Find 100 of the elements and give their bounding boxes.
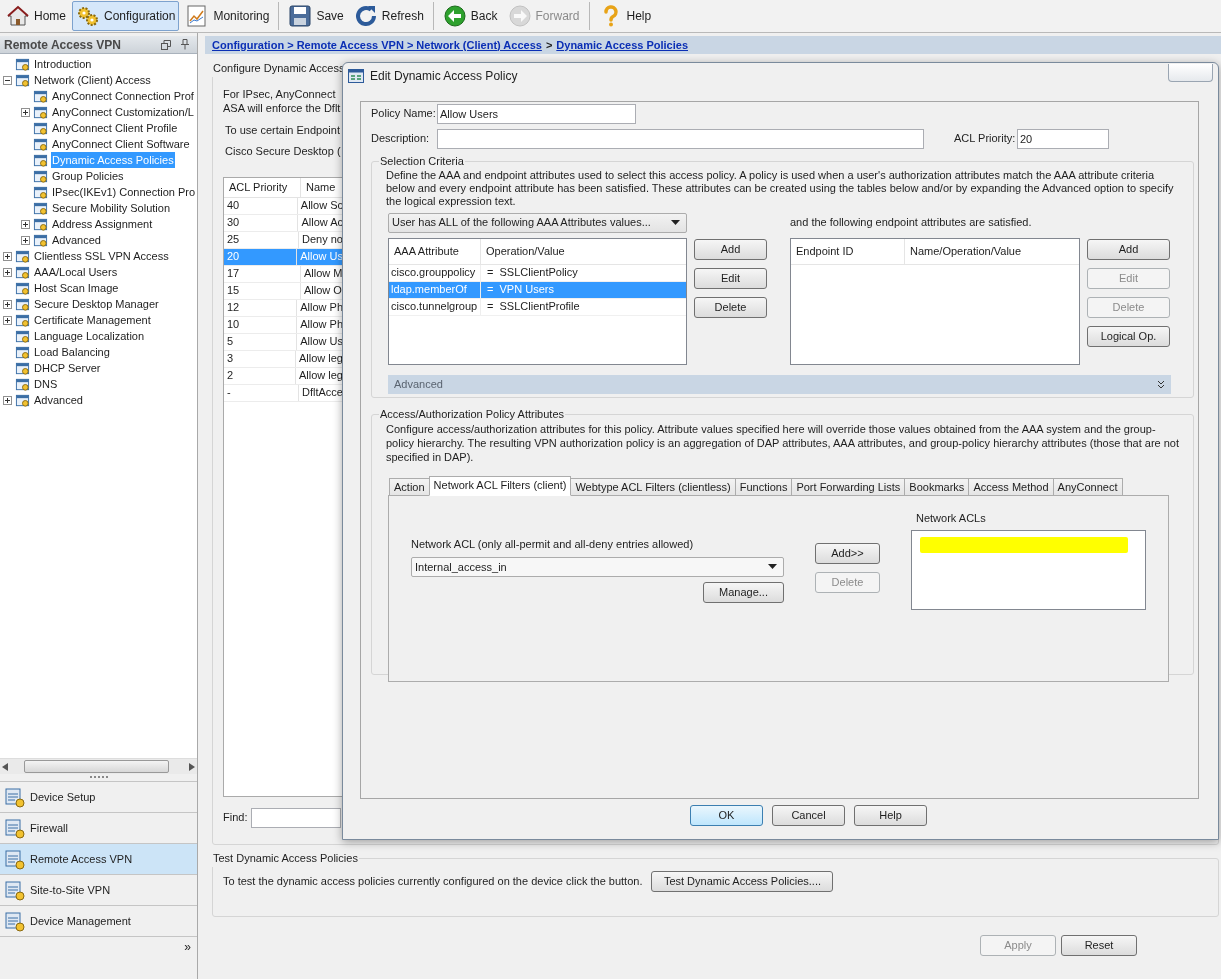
plus-icon [5,317,10,323]
list-box[interactable] [911,530,1146,610]
plus-icon [5,301,10,307]
window-icon [15,328,30,344]
button[interactable]: Logical Op. [1087,325,1170,347]
tree-item[interactable]: DNS [33,375,59,393]
document-gear-icon [4,848,26,870]
table-cell-text: Allow Ph [299,317,344,333]
expand-toggle[interactable] [3,315,12,325]
expand-toggle[interactable] [3,395,12,405]
toolbar-button[interactable]: Save [284,1,348,31]
tree-item[interactable]: AnyConnect Connection Prof [51,87,195,105]
toolbar-button[interactable]: Home [2,1,70,31]
column-header[interactable]: ACL Priority [224,177,301,197]
document-gear-icon [4,879,26,901]
scrollbar-thumb[interactable] [24,760,169,773]
button[interactable]: Add [694,238,767,260]
tree-item[interactable]: Load Balancing [33,343,111,361]
tab[interactable]: AnyConnect [1052,477,1123,496]
gears-icon [76,4,100,28]
tree-item[interactable]: Address Assignment [51,215,154,233]
table-cell: 10 [224,316,298,333]
find-field[interactable] [251,807,342,828]
breadcrumb-link[interactable]: Configuration > Remote Access VPN > Network (Client) Access [212,36,542,54]
more-button[interactable]: » [184,941,191,953]
tree-item[interactable]: AAA/Local Users [33,263,119,281]
restore-icon [161,39,171,50]
expand-bar[interactable]: Advanced [388,374,1171,394]
expand-toggle[interactable] [21,235,30,245]
tab[interactable]: Action [389,477,430,496]
button[interactable]: Delete [694,296,767,318]
dialog-title: Edit Dynamic Access Policy [370,68,519,85]
right-arrow-icon [189,762,195,771]
toolbar-button[interactable]: Configuration [72,1,180,31]
dropdown[interactable]: Internal_access_in [411,557,784,577]
tree-item[interactable]: Secure Mobility Solution [51,199,171,217]
tab[interactable]: Access Method [968,477,1054,496]
tab[interactable]: Network ACL Filters (client) [428,475,572,496]
table-cell: - [224,384,300,401]
column-header[interactable]: Endpoint ID [791,238,905,264]
tree-item[interactable]: Secure Desktop Manager [33,295,160,313]
expand-toggle[interactable] [3,299,12,309]
tree-item[interactable]: Network (Client) Access [33,71,152,89]
toolbar-button[interactable]: Refresh [349,1,428,31]
expand-toggle[interactable] [3,75,12,85]
tree-item[interactable]: DHCP Server [33,359,102,377]
tab[interactable]: Webtype ACL Filters (clientless) [570,477,736,496]
document-gear-icon [4,910,26,932]
button[interactable]: Add [1087,238,1170,260]
dropdown[interactable]: User has ALL of the following AAA Attributes values... [388,212,687,233]
button[interactable]: OK [690,805,763,826]
refresh-icon [353,4,378,28]
toolbar-button[interactable]: Monitoring [181,1,274,31]
tree-item[interactable]: Advanced [51,231,102,249]
tree-item[interactable]: AnyConnect Client Profile [51,119,179,137]
window-icon [15,264,30,280]
nav-button[interactable]: Remote Access VPN [0,843,197,874]
tab[interactable]: Port Forwarding Lists [791,477,906,496]
toolbar-button[interactable]: Back [438,1,502,31]
tree-item[interactable]: Advanced [33,391,84,409]
window-icon [33,88,48,104]
minus-icon [5,79,10,81]
tree-item[interactable]: Group Policies [51,167,125,185]
window-icon [15,392,30,408]
button[interactable]: Cancel [772,805,845,826]
table-cell: 20 [224,248,298,265]
table-row[interactable]: cisco.grouppolicy = SSLClientPolicy [389,264,686,282]
button[interactable]: Help [854,805,927,826]
button[interactable]: Edit [694,267,767,289]
button[interactable]: Reset [1061,935,1137,956]
tree-item[interactable]: Introduction [33,55,93,73]
column-header[interactable]: Name [301,177,346,197]
column-header[interactable]: Name/Operation/Value [905,238,1079,264]
table-cell-text: Allow leg [297,351,344,367]
tree-item[interactable]: IPsec(IKEv1) Connection Pro [51,183,197,201]
tree-item[interactable]: AnyConnect Customization/L [51,103,195,121]
expand-toggle[interactable] [3,267,12,277]
column-header[interactable]: AAA Attribute [389,238,481,264]
breadcrumb-link[interactable]: Dynamic Access Policies [556,36,688,54]
tree-item[interactable]: AnyConnect Client Software [51,135,191,153]
button[interactable]: Manage... [703,582,784,603]
window-icon [33,152,48,168]
toolbar-button[interactable]: Help [594,1,656,31]
expand-toggle[interactable] [21,219,30,229]
button[interactable]: Test Dynamic Access Policies.... [651,870,834,892]
text-field[interactable]: 20 [1017,128,1109,149]
expand-toggle[interactable] [3,251,12,261]
tab[interactable]: Functions [734,477,793,496]
tab[interactable]: Bookmarks [904,477,970,496]
tree-item[interactable]: Host Scan Image [33,279,120,297]
column-header[interactable]: Operation/Value [481,238,686,264]
tree-item[interactable]: Clientless SSL VPN Access [33,247,170,265]
text-field[interactable]: Allow Users [437,103,636,124]
window-icon [15,296,30,312]
text-field[interactable] [437,128,924,149]
tree-item[interactable]: Language Localization [33,327,146,345]
expand-toggle[interactable] [21,107,30,117]
tree-item[interactable]: Certificate Management [33,311,152,329]
button[interactable]: Add>> [815,542,880,564]
table-row[interactable]: cisco.tunnelgroup = SSLClientProfile [389,298,686,316]
